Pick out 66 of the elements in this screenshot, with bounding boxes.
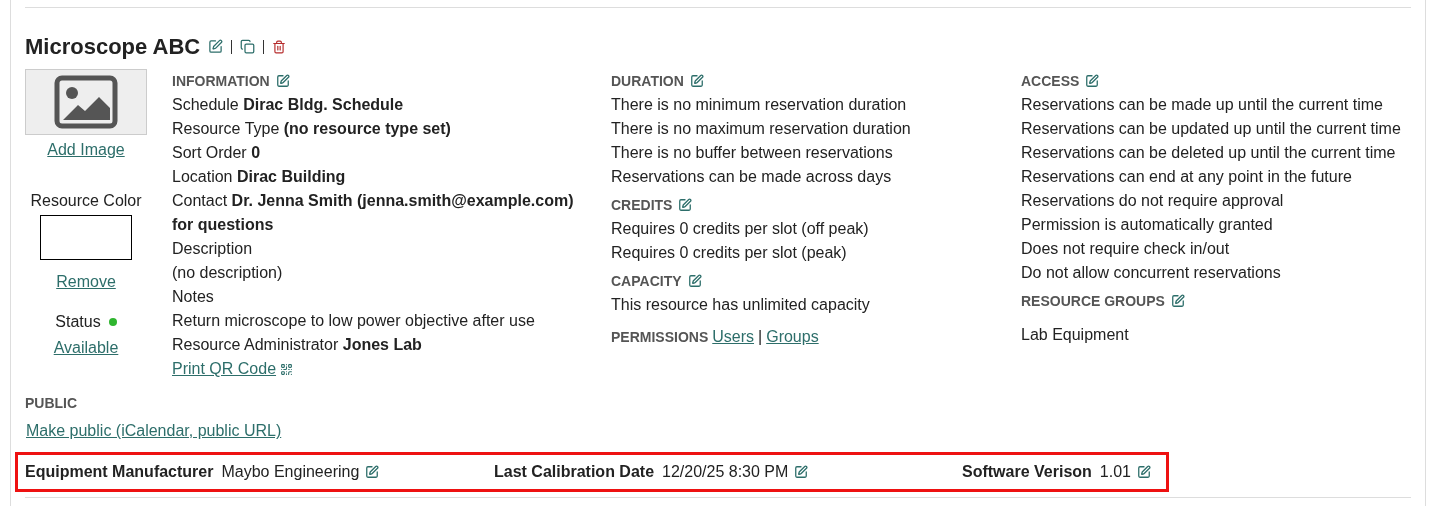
section-heading: ACCESS <box>1021 71 1080 91</box>
info-line: Reservations can end at any point in the future <box>1021 167 1353 187</box>
color-swatch[interactable] <box>40 215 132 260</box>
color-label: Resource Color <box>30 191 142 211</box>
section-heading: RESOURCE GROUPS <box>1021 291 1165 311</box>
info-line: Notes <box>172 287 215 307</box>
attribute-label: Equipment Manufacturer <box>25 462 214 482</box>
users-link[interactable]: Users <box>712 325 755 349</box>
section-heading: CREDITS <box>611 195 673 215</box>
edit-icon[interactable] <box>1170 294 1185 308</box>
attribute-value: 12/20/25 8:30 PM <box>662 462 789 482</box>
info-line: Requires 0 credits per slot (off peak) <box>611 219 870 239</box>
section-heading: DURATION <box>611 71 684 91</box>
print-qr-link[interactable]: Print QR Code <box>172 357 277 381</box>
info-line: Reservations can be updated up until the current time <box>1021 119 1402 139</box>
section-heading: PERMISSIONS <box>611 327 709 347</box>
info-line: Resource Type (no resource type set) <box>172 119 452 139</box>
edit-icon[interactable] <box>689 74 704 88</box>
section-heading: PUBLIC <box>25 395 78 411</box>
info-line: Requires 0 credits per slot (peak) <box>611 243 848 263</box>
status-label: Status <box>55 312 101 332</box>
info-line: Lab Equipment <box>1021 325 1130 345</box>
attribute-value: 1.01 <box>1099 462 1131 482</box>
edit-icon[interactable] <box>678 198 693 212</box>
make-public-link[interactable]: Make public (iCalendar, public URL) <box>26 422 282 439</box>
info-line: Sort Order 0 <box>172 143 262 163</box>
resource-title: Microscope ABC <box>25 33 201 61</box>
info-line: Do not allow concurrent reservations <box>1021 263 1282 283</box>
add-image-link[interactable]: Add Image <box>47 138 125 162</box>
info-line: Return microscope to low power objective after use <box>172 311 536 331</box>
info-line: Reservations can be made across days <box>611 167 893 187</box>
attribute-value: Maybo Engineering <box>221 462 360 482</box>
info-line: There is no maximum reservation duration <box>611 119 912 139</box>
edit-icon[interactable] <box>365 465 380 479</box>
edit-icon[interactable] <box>1085 74 1100 88</box>
delete-icon[interactable] <box>272 39 287 54</box>
qr-code-icon[interactable] <box>280 362 294 376</box>
section-heading: INFORMATION <box>172 71 270 91</box>
image-icon <box>54 75 118 129</box>
info-line: This resource has unlimited capacity <box>611 295 871 315</box>
info-line: Resource Administrator Jones Lab <box>172 335 423 355</box>
edit-icon[interactable] <box>794 465 809 479</box>
info-line: There is no minimum reservation duration <box>611 95 908 115</box>
edit-icon[interactable] <box>687 274 702 288</box>
edit-icon[interactable] <box>1136 465 1151 479</box>
info-line: Location Dirac Building <box>172 167 347 187</box>
info-line: Permission is automatically granted <box>1021 215 1274 235</box>
info-line: Reservations do not require approval <box>1021 191 1285 211</box>
copy-icon[interactable] <box>240 39 256 54</box>
separator: | <box>758 327 763 347</box>
info-line: Reservations can be made up until the current time <box>1021 95 1384 115</box>
info-line: Does not require check in/out <box>1021 239 1231 259</box>
status-link[interactable]: Available <box>53 336 119 360</box>
info-line: There is no buffer between reservations <box>611 143 894 163</box>
info-line: Schedule Dirac Bldg. Schedule <box>172 95 405 115</box>
remove-link[interactable]: Remove <box>56 270 116 294</box>
info-line: Contact Dr. Jenna Smith (jenna.smith@example.com) for questions <box>172 191 575 235</box>
attribute-label: Software Verison <box>962 462 1092 482</box>
edit-icon[interactable] <box>275 74 290 88</box>
groups-link[interactable]: Groups <box>766 325 819 349</box>
info-line: (no description) <box>172 263 284 283</box>
edit-icon[interactable] <box>208 39 224 54</box>
info-line: Description <box>172 239 254 259</box>
section-heading: CAPACITY <box>611 271 682 291</box>
attribute-label: Last Calibration Date <box>494 462 655 482</box>
info-line: Reservations can be deleted up until the current time <box>1021 143 1397 163</box>
